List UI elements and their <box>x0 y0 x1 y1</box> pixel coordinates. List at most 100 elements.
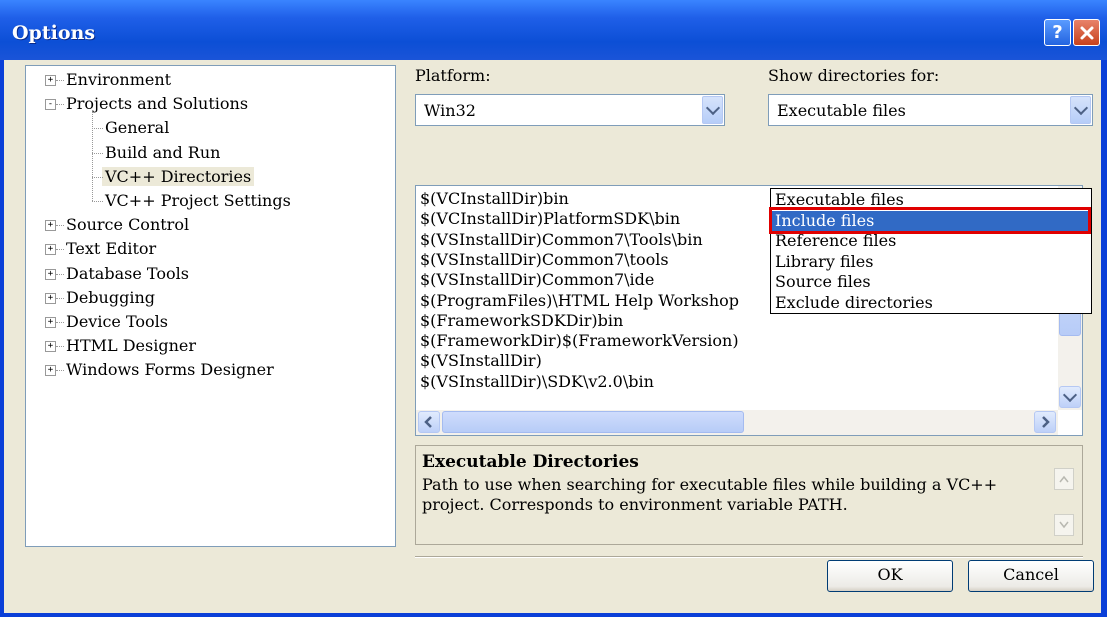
window-title: Options <box>12 22 96 44</box>
expand-icon[interactable]: + <box>45 244 56 256</box>
directory-entry[interactable]: $(VCInstallDir)PlatformSDK\bin <box>420 209 680 229</box>
horizontal-scroll-thumb[interactable] <box>442 411 744 433</box>
tree-connector <box>92 176 103 178</box>
tree-connector <box>92 152 103 154</box>
directory-entry[interactable]: $(VSInstallDir)Common7\tools <box>420 250 669 270</box>
description-panel: Executable Directories Path to use when … <box>415 445 1083 545</box>
description-text: Path to use when searching for executabl… <box>422 475 998 514</box>
tree-item-label: HTML Designer <box>66 336 197 356</box>
tree-item[interactable]: + Environment <box>45 69 172 91</box>
platform-select[interactable]: Win32 <box>415 94 725 126</box>
tree-item-label: General <box>105 118 170 138</box>
tree-item[interactable]: - Projects and Solutions <box>45 93 249 115</box>
chevron-down-icon <box>1059 521 1069 529</box>
title-bar[interactable]: Options ? <box>0 0 1107 60</box>
tree-item-label: VC++ Directories <box>102 166 255 186</box>
show-directories-dropdown-button[interactable] <box>1070 96 1091 124</box>
directory-entry[interactable]: $(FrameworkDir)$(FrameworkVersion) <box>420 331 739 351</box>
chevron-down-icon <box>705 100 720 116</box>
tree-item[interactable]: + Database Tools <box>45 263 189 285</box>
expand-icon[interactable]: + <box>45 341 56 353</box>
tree-item[interactable]: VC++ Directories <box>92 166 255 188</box>
tree-item-label: Text Editor <box>66 239 157 259</box>
show-directories-value: Executable files <box>777 101 906 120</box>
tree-connector <box>56 322 64 323</box>
tree-item[interactable]: VC++ Project Settings <box>92 190 291 212</box>
tree-item[interactable]: + Source Control <box>45 214 190 236</box>
scroll-left-button[interactable] <box>418 411 440 433</box>
tree-item-label: Projects and Solutions <box>66 94 249 114</box>
tree-item-label: Debugging <box>66 287 155 307</box>
annotation-highlight-box <box>769 207 1091 234</box>
expand-icon[interactable]: + <box>45 75 56 86</box>
tree-item-label: Database Tools <box>66 263 189 283</box>
help-icon: ? <box>1052 22 1063 43</box>
tree-connector <box>56 249 64 251</box>
tree-connector <box>56 370 64 372</box>
tree-item-label: Source Control <box>66 215 190 235</box>
tree-connector <box>92 201 103 202</box>
ok-button[interactable]: OK <box>827 560 953 592</box>
tree-connector <box>56 273 64 275</box>
help-button[interactable]: ? <box>1044 19 1071 46</box>
collapse-icon[interactable]: - <box>45 99 56 111</box>
tree-item[interactable]: + Text Editor <box>45 238 157 260</box>
show-directories-select[interactable]: Executable files <box>768 94 1093 126</box>
chevron-left-icon <box>424 416 432 428</box>
dropdown-option[interactable]: Source files <box>772 272 1090 292</box>
directory-entry[interactable]: $(VSInstallDir) <box>420 351 542 371</box>
platform-dropdown-button[interactable] <box>702 96 723 124</box>
directory-entry[interactable]: $(VCInstallDir)bin <box>420 189 569 209</box>
expand-icon[interactable]: + <box>45 317 56 328</box>
tree-connector <box>92 128 103 130</box>
directory-entry[interactable]: $(VSInstallDir)Common7\ide <box>420 270 654 290</box>
platform-label: Platform: <box>415 66 491 85</box>
tree-item-label: VC++ Project Settings <box>105 191 291 210</box>
close-button[interactable] <box>1073 19 1100 46</box>
dropdown-option[interactable]: Exclude directories <box>772 293 1090 313</box>
tree-connector <box>92 110 93 201</box>
tree-item[interactable]: + Device Tools <box>45 311 168 333</box>
tree-item[interactable]: + HTML Designer <box>45 335 197 357</box>
cancel-button[interactable]: Cancel <box>968 560 1094 592</box>
platform-value: Win32 <box>424 101 476 120</box>
tree-item[interactable]: General <box>92 117 170 139</box>
tree-item-label: Environment <box>66 70 172 89</box>
scroll-down-button[interactable] <box>1059 386 1081 408</box>
scroll-right-button[interactable] <box>1034 411 1056 433</box>
dialog-client-area: + Environment - Projects and Solutions Gener… <box>4 60 1101 613</box>
tree-item-label: Build and Run <box>105 142 221 162</box>
tree-item[interactable]: + Debugging <box>45 287 155 309</box>
directory-entry[interactable]: $(VSInstallDir)Common7\Tools\bin <box>420 230 703 250</box>
horizontal-scrollbar[interactable] <box>416 410 1058 435</box>
expand-icon[interactable]: + <box>45 292 56 304</box>
tree-item[interactable]: Build and Run <box>92 142 221 164</box>
options-tree[interactable]: + Environment - Projects and Solutions Gener… <box>25 65 396 547</box>
dropdown-option[interactable]: Reference files <box>772 231 1090 251</box>
description-scroll-up-button[interactable] <box>1054 468 1074 490</box>
tree-item[interactable]: + Windows Forms Designer <box>45 359 274 381</box>
dropdown-option[interactable]: Library files <box>772 252 1090 272</box>
expand-icon[interactable]: + <box>45 365 56 377</box>
tree-item-label: Device Tools <box>66 312 168 331</box>
directory-entry[interactable]: $(FrameworkSDKDir)bin <box>420 311 623 331</box>
chevron-up-icon <box>1059 475 1069 483</box>
tree-connector <box>56 104 64 106</box>
expand-icon[interactable]: + <box>45 268 56 280</box>
close-icon <box>1080 26 1093 39</box>
directory-entry[interactable]: $(ProgramFiles)\HTML Help Workshop <box>420 291 739 311</box>
description-scroll-down-button[interactable] <box>1054 514 1074 536</box>
description-scrollbar[interactable] <box>1054 468 1076 538</box>
show-directories-label: Show directories for: <box>768 66 940 85</box>
chevron-right-icon <box>1042 416 1050 428</box>
tree-connector <box>56 297 64 299</box>
tree-connector <box>56 225 64 227</box>
options-dialog: Options ? + Environment - Projects and Solu… <box>0 0 1107 617</box>
directory-entry[interactable]: $(VSInstallDir)\SDK\v2.0\bin <box>420 372 654 392</box>
expand-icon[interactable]: + <box>45 220 56 232</box>
tree-item-label: Windows Forms Designer <box>66 360 274 380</box>
tree-connector <box>56 346 64 348</box>
description-title: Executable Directories <box>422 452 639 472</box>
tree-connector <box>56 80 64 81</box>
chevron-down-icon <box>1073 100 1088 116</box>
